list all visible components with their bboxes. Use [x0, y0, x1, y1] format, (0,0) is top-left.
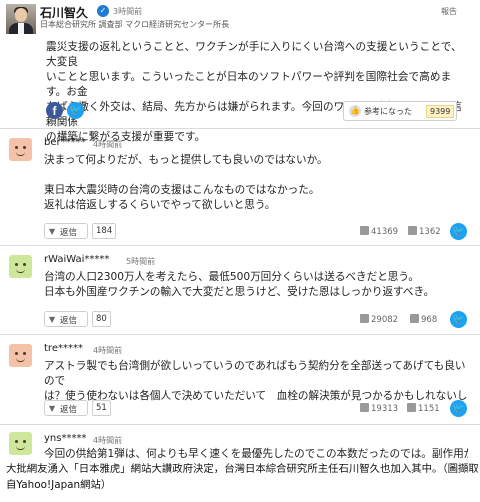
comment-body: アストラ製でも台湾側が欲しいっていうのであればもう契約分を全部送ってあげても良い…	[44, 359, 468, 404]
like-count: 41369	[371, 227, 399, 237]
reply-count: 80	[92, 311, 111, 327]
thumbs-down-icon	[408, 226, 417, 235]
comment-username[interactable]: tre*****	[44, 343, 83, 354]
reply-button[interactable]: ▼ 返信	[44, 223, 88, 239]
thumbs-down-icon	[407, 403, 416, 412]
expert-body-line: 震災支援の返礼ということと、ワクチンが手に入りにくい台湾への支援ということで、大…	[46, 41, 462, 68]
thumbs-up-icon: 👍	[349, 105, 361, 117]
caption-line: 自Yahoo!Japan網站）	[6, 479, 112, 491]
dislike-button[interactable]: 1362	[408, 226, 441, 237]
comment-line: アストラ製でも台湾側が欲しいっていうのであればもう契約分を全部送ってあげても良い…	[44, 360, 466, 387]
facebook-share-icon[interactable]: f	[46, 102, 63, 119]
expert-comment: 石川智久 ✓ 3時間前 日本総合研究所 調査部 マクロ経済研究センター所長 報告…	[0, 0, 480, 143]
chevron-down-icon: ▼	[49, 315, 56, 324]
image-caption: 大批網友湧入「日本雅虎」網站大讚政府決定，台灣日本綜合研究所主任石川智久也加入其…	[0, 461, 480, 493]
comment-timestamp: 4時間前	[93, 436, 123, 445]
helpful-button[interactable]: 👍 参考になった 9399	[343, 101, 457, 121]
comment-timestamp: 5時間前	[126, 257, 156, 266]
helpful-label: 参考になった	[364, 107, 412, 116]
divider	[0, 334, 480, 335]
comment-line: 決まって何よりだが、もっと提供しても良いのではないか。	[44, 154, 328, 166]
comment-line: 東日本大震災時の台湾の支援はこんなものではなかった。	[44, 184, 320, 196]
like-button[interactable]: 29082	[360, 314, 398, 325]
reply-count: 184	[92, 223, 117, 239]
thumbs-up-icon	[360, 226, 369, 235]
comment-username[interactable]: rWaiWai*****	[44, 254, 109, 265]
twitter-share-icon[interactable]: 🐦	[450, 400, 467, 417]
dislike-button[interactable]: 1151	[407, 403, 440, 414]
thumbs-up-icon	[360, 314, 369, 323]
comment-line: 今回の供給第1弾は、何よりも早く速くを最優先したのでこの本数だったのでは。副作用…	[44, 448, 468, 458]
chevron-down-icon: ▼	[49, 404, 56, 413]
twitter-share-icon[interactable]: 🐦	[450, 223, 467, 240]
like-button[interactable]: 41369	[360, 226, 398, 237]
reply-button[interactable]: ▼ 返信	[44, 400, 88, 416]
comment-timestamp: 4時間前	[93, 140, 123, 149]
comment-timestamp: 4時間前	[93, 346, 123, 355]
like-count: 29082	[371, 315, 399, 325]
expert-body-line: いことと思います。こういったことが日本のソフトパワーや評判を国際社会で高めます。…	[46, 71, 452, 98]
twitter-share-icon[interactable]: 🐦	[67, 102, 84, 119]
dislike-button[interactable]: 968	[410, 314, 437, 325]
comment-line	[44, 168, 468, 183]
dislike-count: 1151	[418, 404, 440, 414]
comment-body: 決まって何よりだが、もっと提供しても良いのではないか。 東日本大震災時の台湾の支…	[44, 153, 468, 213]
user-avatar[interactable]	[9, 138, 32, 161]
like-button[interactable]: 19313	[360, 403, 398, 414]
reply-label: 返信	[60, 316, 78, 326]
twitter-share-icon[interactable]: 🐦	[450, 311, 467, 328]
dislike-count: 968	[421, 315, 438, 325]
reply-label: 返信	[60, 405, 78, 415]
expert-comment-body: 震災支援の返礼ということと、ワクチンが手に入りにくい台湾への支援ということで、大…	[46, 40, 466, 145]
reply-label: 返信	[60, 228, 78, 238]
dislike-count: 1362	[419, 227, 441, 237]
thumbs-up-icon	[360, 403, 369, 412]
chevron-down-icon: ▼	[49, 227, 56, 236]
comment-line: 台湾の人口2300万人を考えたら、最低500万回分くらいは送るべきだと思う。	[44, 271, 419, 283]
comment-line: 返礼は倍返しするくらいでやって欲しいと思う。	[44, 199, 276, 211]
divider	[0, 128, 480, 129]
divider	[0, 245, 480, 246]
caption-line: 大批網友湧入「日本雅虎」網站大讚政府決定，台灣日本綜合研究所主任石川智久也加入其…	[6, 463, 479, 475]
like-count: 19313	[371, 404, 399, 414]
comment-username[interactable]: yns*****	[44, 433, 86, 444]
verified-check-icon: ✓	[97, 5, 109, 17]
comment-page: 石川智久 ✓ 3時間前 日本総合研究所 調査部 マクロ経済研究センター所長 報告…	[0, 0, 480, 458]
reply-count: 51	[92, 400, 111, 416]
expert-avatar[interactable]	[6, 4, 36, 34]
user-avatar[interactable]	[9, 432, 32, 455]
user-avatar[interactable]	[9, 255, 32, 278]
comment-body: 今回の供給第1弾は、何よりも早く速くを最優先したのでこの本数だったのでは。副作用…	[44, 447, 468, 458]
user-avatar[interactable]	[9, 344, 32, 367]
expert-title: 日本総合研究所 調査部 マクロ経済研究センター所長	[40, 20, 230, 29]
expert-timestamp: 3時間前	[113, 7, 143, 16]
report-link[interactable]: 報告	[441, 6, 457, 17]
thumbs-down-icon	[410, 314, 419, 323]
divider	[0, 424, 480, 425]
reply-button[interactable]: ▼ 返信	[44, 311, 88, 327]
comment-username[interactable]: ber*****	[44, 137, 86, 148]
comment-line: 日本も外国産ワクチンの輸入で大変だと思うけど、受けた恩はしっかり返すべき。	[44, 286, 435, 298]
comment-body: 台湾の人口2300万人を考えたら、最低500万回分くらいは送るべきだと思う。 日…	[44, 270, 468, 300]
helpful-count: 9399	[426, 105, 455, 118]
